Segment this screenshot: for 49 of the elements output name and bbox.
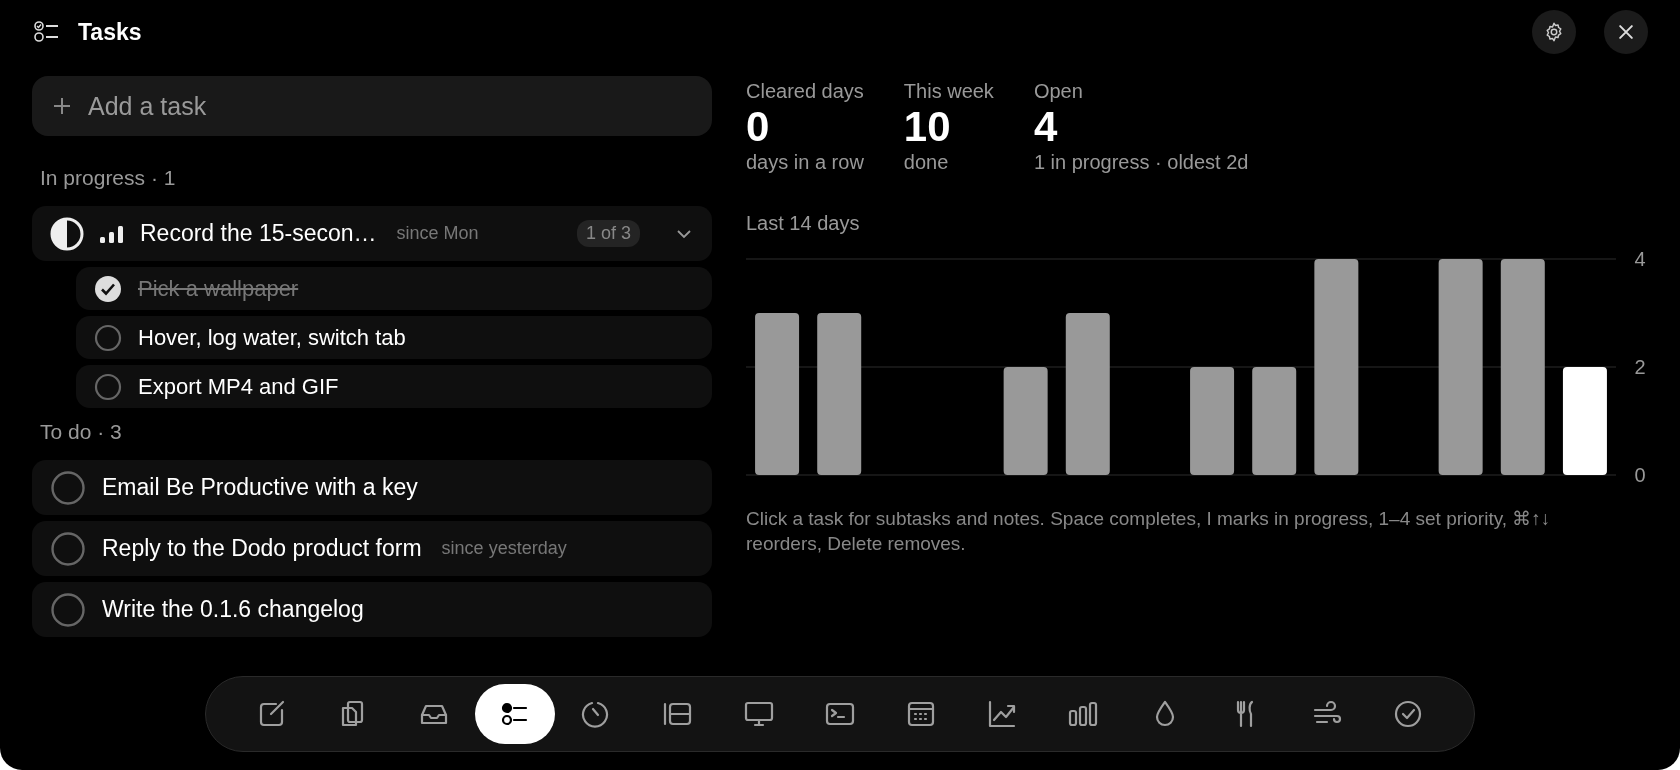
chart-title: Last 14 days	[746, 212, 861, 236]
task-row[interactable]: Email Be Productive with a key	[32, 460, 712, 515]
subtask-row[interactable]: Export MP4 and GIF	[76, 365, 712, 408]
signal-bars-icon	[100, 224, 124, 243]
section-heading: To do · 3	[39, 419, 123, 445]
stat-value: 10	[903, 103, 952, 152]
task-row[interactable]: Write the 0.1.6 changelog	[32, 582, 712, 637]
task-row[interactable]: Record the 15-secon… since Mon 1 of 3	[32, 206, 712, 261]
empty-circle-icon[interactable]	[50, 530, 86, 567]
task-title: Write the 0.1.6 changelog	[102, 596, 364, 623]
plus-icon	[52, 96, 72, 116]
window-title: Tasks	[78, 18, 142, 46]
subtask-count: 1 of 3	[576, 220, 640, 247]
subtask-row[interactable]: Pick a wallpaper	[76, 267, 712, 310]
stat-detail: days in a row	[746, 151, 864, 175]
empty-circle-icon[interactable]	[50, 591, 86, 628]
half-circle-icon	[50, 216, 84, 251]
add-task-field[interactable]: Add a task	[32, 76, 712, 136]
subtask-title: Export MP4 and GIF	[138, 373, 339, 400]
empty-circle-icon[interactable]	[94, 323, 122, 352]
axis-label: 0	[1634, 464, 1646, 487]
task-title: Record the 15-secon…	[140, 220, 377, 247]
subtask-title: Pick a wallpaper	[138, 275, 299, 302]
stat-label: This week	[903, 80, 994, 103]
checked-circle-icon[interactable]	[94, 274, 122, 303]
stat-detail: done	[903, 151, 950, 175]
stat-value: 0	[746, 103, 771, 152]
subtask-title: Hover, log water, switch tab	[138, 324, 406, 351]
since-label: since yesterday	[441, 538, 567, 559]
empty-circle-icon[interactable]	[94, 372, 122, 401]
task-row[interactable]: Reply to the Dodo product form since yesterday	[32, 521, 712, 576]
task-title: Reply to the Dodo product form	[102, 535, 422, 562]
close-button[interactable]	[1604, 10, 1648, 54]
axis-label: 2	[1634, 356, 1646, 379]
stat-detail: 1 in progress · oldest 2d	[1033, 151, 1249, 175]
since-label: since Mon	[396, 223, 479, 244]
subtask-row[interactable]: Hover, log water, switch tab	[76, 316, 712, 359]
close-icon	[1616, 22, 1636, 42]
task-title: Email Be Productive with a key	[102, 474, 418, 501]
section-heading: In progress · 1	[39, 165, 177, 191]
stat-label: Cleared days	[746, 80, 864, 103]
help-text: Click a task for subtasks and notes. Space completes, I marks in progress, 1–4 set priority, ⌘↑↓ reorders, Delete removes.	[746, 507, 1552, 556]
settings-button[interactable]	[1532, 10, 1576, 54]
stat-value: 4	[1033, 103, 1059, 152]
axis-label: 4	[1634, 248, 1646, 271]
stat-label: Open	[1033, 80, 1084, 103]
dock-button[interactable]	[475, 684, 556, 744]
checklist-icon	[34, 21, 60, 43]
empty-circle-icon[interactable]	[50, 469, 86, 506]
